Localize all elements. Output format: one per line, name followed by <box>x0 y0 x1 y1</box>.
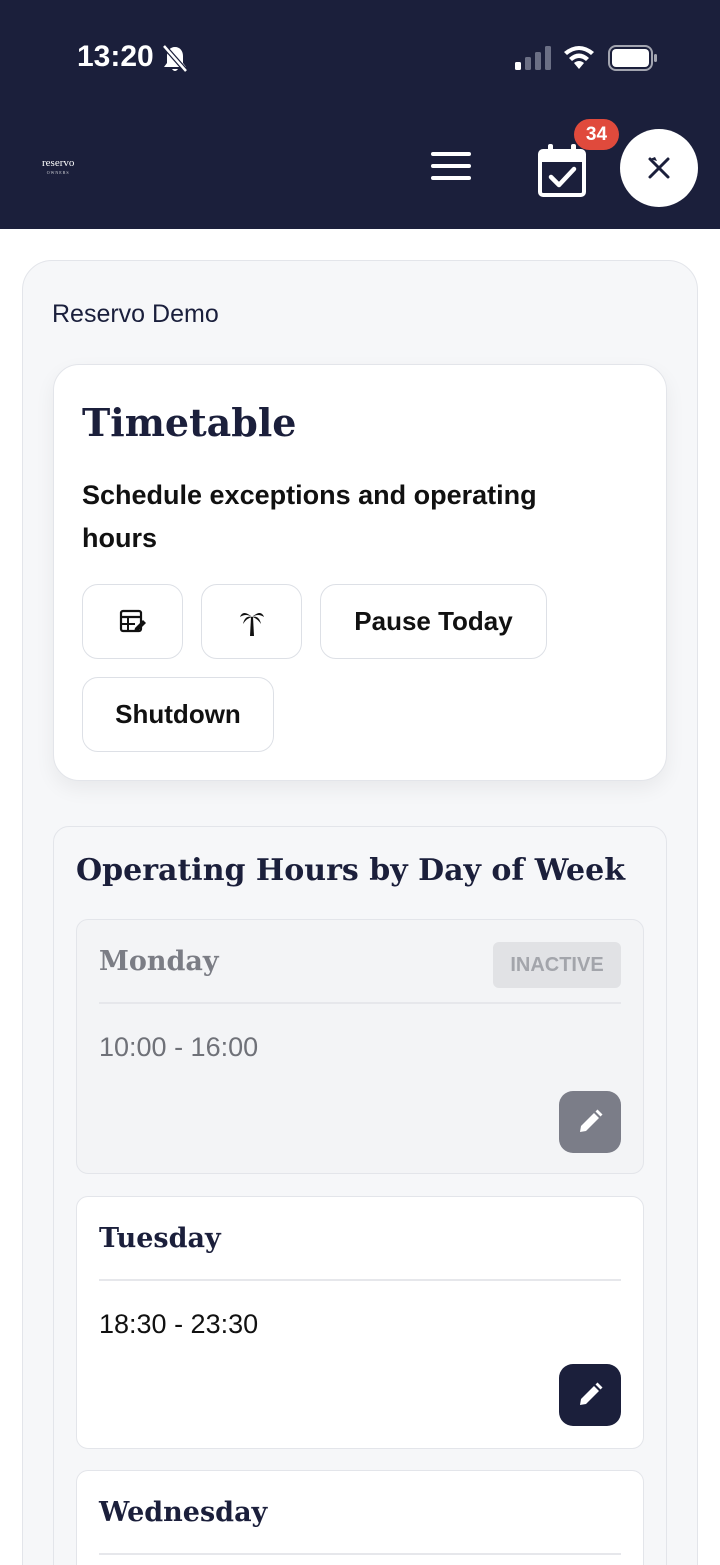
shutdown-button[interactable]: Shutdown <box>82 677 274 752</box>
status-badge: INACTIVE <box>493 942 621 988</box>
table-edit-icon <box>119 609 146 632</box>
timetable-subtitle: Schedule exceptions and operating hours <box>82 480 537 553</box>
edit-tuesday-button[interactable] <box>559 1364 621 1426</box>
app-header: 13:20 reservo OWNERS 34 <box>0 0 720 229</box>
divider <box>99 1279 621 1281</box>
day-name: Monday <box>99 946 219 977</box>
logo-subtext: OWNERS <box>46 170 70 175</box>
notification-badge: 34 <box>574 119 619 150</box>
fork-knife-icon <box>648 157 670 179</box>
hamburger-menu-icon[interactable] <box>431 152 471 186</box>
bell-off-icon <box>162 44 188 73</box>
day-card-tuesday: Tuesday 18:30 - 23:30 <box>76 1196 644 1449</box>
battery-icon <box>608 45 657 71</box>
holiday-button[interactable] <box>201 584 302 659</box>
day-card-monday: Monday INACTIVE 10:00 - 16:00 <box>76 919 644 1174</box>
divider <box>99 1553 621 1555</box>
palm-tree-icon <box>239 612 264 636</box>
day-card-wednesday: Wednesday <box>76 1470 644 1565</box>
venue-name: Reservo Demo <box>52 300 219 328</box>
calendar-check-icon[interactable] <box>537 142 587 198</box>
day-hours: 10:00 - 16:00 <box>99 1032 259 1062</box>
pause-today-button[interactable]: Pause Today <box>320 584 547 659</box>
divider <box>99 1002 621 1004</box>
pencil-icon <box>580 1382 603 1405</box>
day-name: Tuesday <box>99 1223 221 1254</box>
close-button[interactable] <box>620 129 698 207</box>
status-time: 13:20 <box>77 40 154 73</box>
pencil-icon <box>580 1109 603 1132</box>
operating-hours-title: Operating Hours by Day of Week <box>76 853 625 888</box>
wifi-icon <box>564 46 594 69</box>
edit-schedule-button[interactable] <box>82 584 183 659</box>
edit-monday-button[interactable] <box>559 1091 621 1153</box>
day-name: Wednesday <box>99 1497 268 1528</box>
timetable-title: Timetable <box>82 400 297 445</box>
signal-icon <box>515 46 551 70</box>
reservo-logo[interactable]: reservo OWNERS <box>42 158 74 178</box>
day-hours: 18:30 - 23:30 <box>99 1309 259 1339</box>
